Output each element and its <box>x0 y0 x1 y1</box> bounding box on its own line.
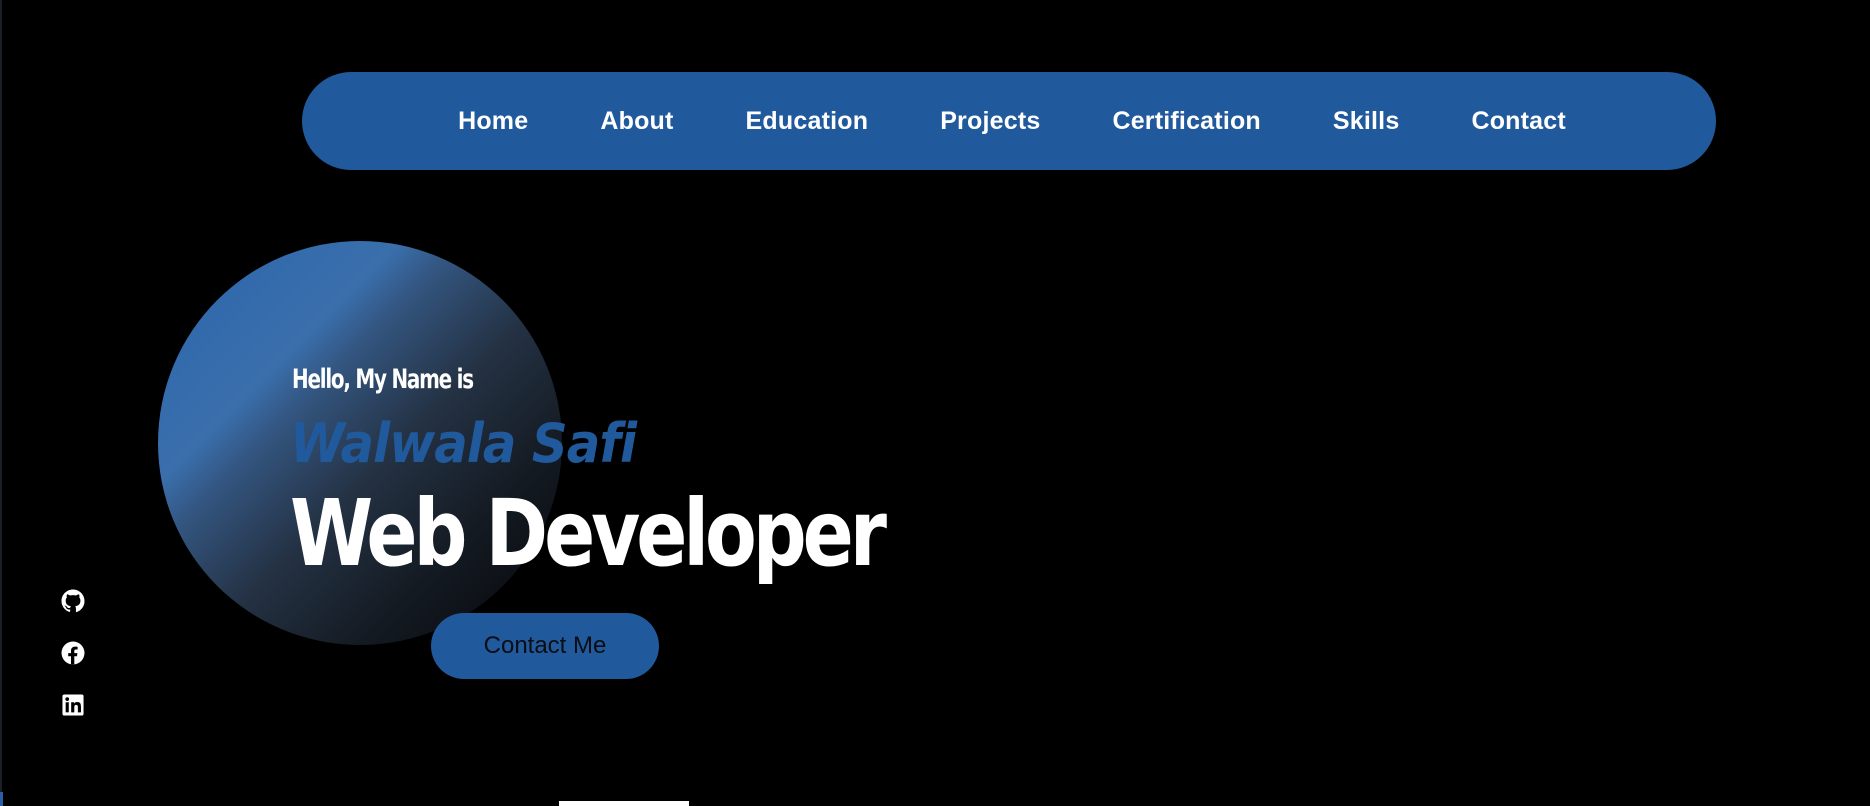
facebook-icon <box>61 641 85 665</box>
nav-item-education[interactable]: Education <box>710 107 905 136</box>
portfolio-page: Home About Education Projects Certificat… <box>0 0 1870 806</box>
nav-item-contact[interactable]: Contact <box>1435 107 1601 136</box>
nav-list: Home About Education Projects Certificat… <box>422 107 1602 136</box>
scroll-indicator-bar <box>559 801 689 806</box>
github-link[interactable] <box>60 588 86 614</box>
linkedin-icon <box>62 694 84 716</box>
nav-item-home[interactable]: Home <box>422 107 564 136</box>
linkedin-link[interactable] <box>60 692 86 718</box>
main-navbar: Home About Education Projects Certificat… <box>302 72 1716 170</box>
facebook-link[interactable] <box>60 640 86 666</box>
hero-role: Web Developer <box>290 480 887 587</box>
hero-name: Walwala Safi <box>290 412 637 475</box>
contact-me-button[interactable]: Contact Me <box>431 613 659 679</box>
nav-item-projects[interactable]: Projects <box>904 107 1076 136</box>
hero-greeting: Hello, My Name is <box>292 364 474 395</box>
nav-item-certification[interactable]: Certification <box>1076 107 1296 136</box>
github-icon <box>61 589 85 613</box>
window-edge <box>0 0 2 806</box>
nav-item-about[interactable]: About <box>564 107 709 136</box>
nav-item-skills[interactable]: Skills <box>1297 107 1436 136</box>
window-edge-accent <box>0 792 3 806</box>
